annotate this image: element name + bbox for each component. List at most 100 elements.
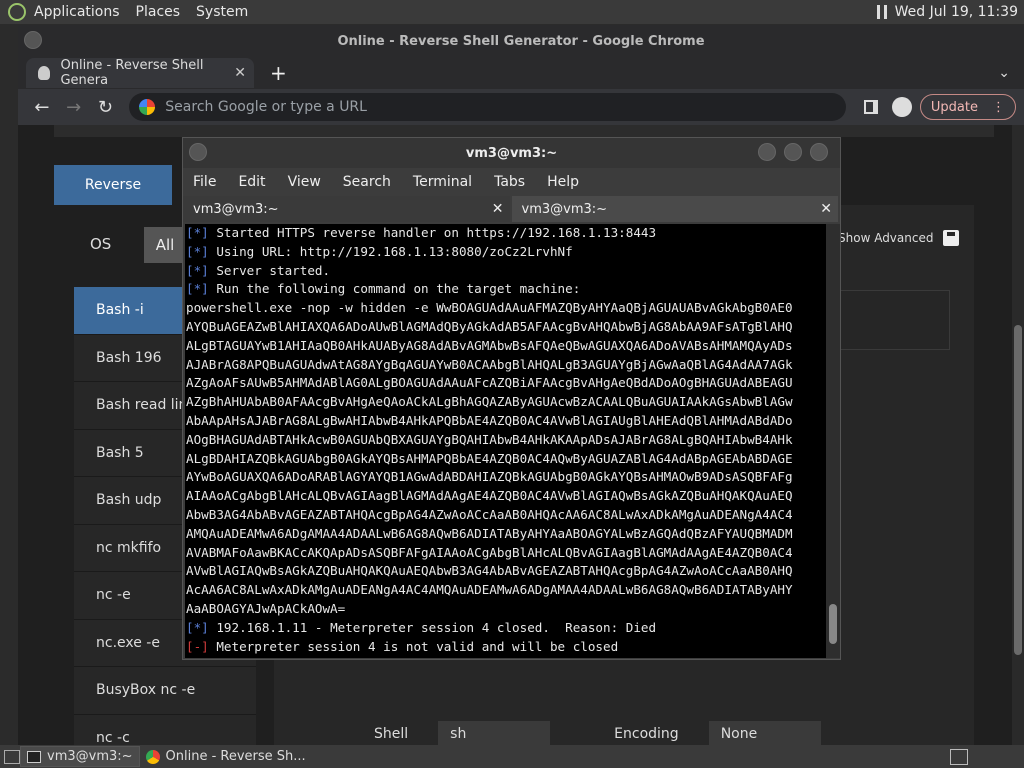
update-label: Update: [930, 99, 978, 115]
terminal-tab-1[interactable]: vm3@vm3:~ ✕: [183, 196, 510, 222]
terminal-line-text: Started HTTPS reverse handler on https:/…: [208, 225, 657, 240]
terminal-line-text: Run the following command on the target …: [208, 281, 581, 297]
terminal-line-text: AZgAoAFsAUwB5AHMAdABlAG0ALgBOAGUAdAAuAFc…: [186, 375, 793, 391]
terminal-line: [*] Using URL: http://192.168.1.13:8080/…: [186, 243, 826, 262]
taskbar-terminal[interactable]: vm3@vm3:~: [20, 746, 140, 767]
error-prefix: [-]: [186, 638, 209, 654]
skull-icon: [38, 66, 51, 80]
menu-system[interactable]: System: [196, 4, 248, 20]
terminal-menu-file[interactable]: File: [193, 174, 216, 190]
terminal-output[interactable]: [*] Started HTTPS reverse handler on htt…: [185, 224, 826, 658]
update-button[interactable]: Update ⋮: [919, 94, 1016, 120]
terminal-icon: [27, 750, 41, 763]
info-prefix: [*]: [186, 619, 209, 635]
terminal-line-text: Meterpreter session 4 is not valid and w…: [208, 638, 619, 654]
close-terminal-tab-icon[interactable]: ✕: [820, 201, 832, 217]
terminal-scroll-thumb[interactable]: [829, 604, 837, 644]
profile-avatar-icon[interactable]: [892, 97, 912, 117]
terminal-menubar: File Edit View Search Terminal Tabs Help: [183, 168, 840, 196]
terminal-line: AYwBoAGUAXQA6ADoARABlAGYAYQB1AGwAdABDAHI…: [186, 468, 826, 487]
terminal-window-menu-icon[interactable]: [189, 143, 207, 161]
top-panel: Applications Places System Wed Jul 19, 1…: [0, 0, 1024, 24]
tab-reverse[interactable]: Reverse: [54, 165, 172, 205]
terminal-line: ALgBTAGUAYwB1AHIAaQB0AHkAUAByAG8AdABvAGM…: [186, 337, 826, 356]
terminal-line-text: AJABrAG8APQBuAGUAdwAtAG8AYgBqAGUAYwB0ACA…: [186, 356, 793, 372]
terminal-menu-view[interactable]: View: [288, 174, 321, 190]
side-panel-icon[interactable]: [864, 100, 879, 114]
apps-menu-icon[interactable]: [8, 3, 26, 21]
taskbar-chrome-label: Online - Reverse Sh...: [165, 749, 306, 764]
terminal-line: AIAAoACgAbgBlAHcALQBvAGIAagBlAGMAdAAgAE4…: [186, 487, 826, 506]
bottom-panel: vm3@vm3:~ Online - Reverse Sh...: [0, 745, 1024, 768]
terminal-line: AZgBhAHUAbAB0AFAAcgBvAHgAeQAoACkALgBhAGQ…: [186, 393, 826, 412]
tab-title: Online - Reverse Shell Genera: [60, 58, 204, 88]
chevron-down-icon[interactable]: ⌄: [998, 65, 1010, 81]
chrome-titlebar: Online - Reverse Shell Generator - Googl…: [18, 25, 1024, 57]
menu-applications[interactable]: Applications: [34, 4, 120, 20]
shell-item-nc-c[interactable]: nc -c: [74, 714, 256, 745]
shell-item-busybox-nc-e[interactable]: BusyBox nc -e: [74, 667, 256, 715]
pause-icon[interactable]: [876, 5, 887, 19]
terminal-menu-search[interactable]: Search: [343, 174, 391, 190]
terminal-line-text: AYwBoAGUAXQA6ADoARABlAGYAYQB1AGwAdABDAHI…: [186, 469, 793, 485]
os-label: OS: [90, 235, 112, 253]
terminal-line: AbwB3AG4AbABvAGEAZABTAHQAcgBpAG4AZwAoACc…: [186, 506, 826, 525]
terminal-scrollbar[interactable]: [826, 224, 840, 658]
chrome-window-title: Online - Reverse Shell Generator - Googl…: [337, 33, 705, 49]
terminal-line: [*] Started HTTPS reverse handler on htt…: [186, 224, 826, 243]
terminal-line: [*] Run the following command on the tar…: [186, 280, 826, 299]
taskbar-chrome[interactable]: Online - Reverse Sh...: [140, 746, 312, 767]
terminal-line-text: AOgBHAGUAdABTAHkAcwB0AGUAbQBXAGUAYgBQAHI…: [186, 431, 793, 447]
window-menu-icon[interactable]: [24, 31, 42, 49]
google-icon: [139, 99, 156, 115]
page-scrollbar[interactable]: [1012, 125, 1024, 745]
chrome-icon: [145, 749, 160, 764]
terminal-line-text: AVwBlAGIAQwBsAGkAZQBuAHQAKQAuAEQAbwB3AG4…: [186, 563, 793, 579]
terminal-line-text: AcAA6AC8ALwAxADkAMgAuADEANgA4AC4AMQAuADE…: [186, 582, 793, 598]
terminal-tab-label: vm3@vm3:~: [193, 201, 279, 217]
encoding-select[interactable]: None: [708, 721, 821, 745]
terminal-line-text: AVABMAFoAawBKACcAKQApADsASQBFAFgAIAAoACg…: [186, 544, 793, 560]
omnibox[interactable]: Search Google or type a URL: [129, 93, 847, 121]
close-window-icon[interactable]: [810, 143, 828, 161]
chrome-toolbar: ← → ↻ Search Google or type a URL Update…: [18, 89, 1024, 125]
terminal-tabs: vm3@vm3:~ ✕ vm3@vm3:~ ✕: [183, 196, 840, 224]
terminal-menu-edit[interactable]: Edit: [238, 174, 265, 190]
terminal-line: ALgBDAHIAZQBkAGUAbgB0AGkAYQBsAHMAPQBbAE4…: [186, 450, 826, 469]
os-all-button[interactable]: All: [144, 227, 186, 263]
terminal-tab-2[interactable]: vm3@vm3:~ ✕: [511, 196, 838, 222]
shell-select[interactable]: sh: [438, 721, 551, 745]
show-desktop-icon[interactable]: [4, 749, 20, 764]
page-top-band: [54, 125, 994, 137]
terminal-menu-terminal[interactable]: Terminal: [413, 174, 472, 190]
minimize-icon[interactable]: [758, 143, 776, 161]
terminal-line: AaABOAGYAJwApACkAOwA=: [186, 600, 826, 619]
terminal-tab-label: vm3@vm3:~: [521, 201, 608, 217]
taskbar-terminal-label: vm3@vm3:~: [47, 749, 133, 764]
terminal-line: AVABMAFoAawBKACcAKQApADsASQBFAFgAIAAoACg…: [186, 544, 826, 563]
maximize-icon[interactable]: [784, 143, 802, 161]
terminal-window: vm3@vm3:~ File Edit View Search Terminal…: [182, 137, 841, 660]
terminal-line: AOgBHAGUAdABTAHkAcwB0AGUAbQBXAGUAYgBQAHI…: [186, 431, 826, 450]
terminal-line: AVwBlAGIAQwBsAGkAZQBuAHQAKQAuAEQAbwB3AG4…: [186, 562, 826, 581]
page-scroll-thumb[interactable]: [1014, 325, 1022, 655]
tab-reverse-shell[interactable]: Online - Reverse Shell Genera ✕: [26, 58, 254, 88]
kebab-menu-icon[interactable]: ⋮: [992, 100, 1005, 115]
forward-icon[interactable]: →: [58, 97, 90, 118]
terminal-title: vm3@vm3:~: [465, 145, 558, 161]
new-tab-icon[interactable]: +: [270, 61, 287, 85]
show-advanced-toggle[interactable]: Show Advanced: [838, 230, 960, 246]
terminal-line-text: ALgBDAHIAZQBkAGUAbgB0AGkAYQBsAHMAPQBbAE4…: [186, 450, 793, 466]
close-terminal-tab-icon[interactable]: ✕: [492, 201, 504, 217]
menu-places[interactable]: Places: [136, 4, 181, 20]
terminal-menu-help[interactable]: Help: [547, 174, 579, 190]
back-icon[interactable]: ←: [26, 97, 58, 118]
terminal-line-text: AMQAuADEAMwA6ADgAMAA4ADAALwB6AG8AQwB6ADI…: [186, 525, 793, 541]
workspace-switcher-icon[interactable]: [950, 748, 968, 765]
reload-icon[interactable]: ↻: [90, 97, 122, 118]
close-tab-icon[interactable]: ✕: [234, 65, 246, 81]
clock[interactable]: Wed Jul 19, 11:39: [895, 4, 1018, 20]
save-icon[interactable]: [943, 230, 960, 246]
terminal-titlebar: vm3@vm3:~: [183, 138, 840, 168]
terminal-menu-tabs[interactable]: Tabs: [494, 174, 525, 190]
